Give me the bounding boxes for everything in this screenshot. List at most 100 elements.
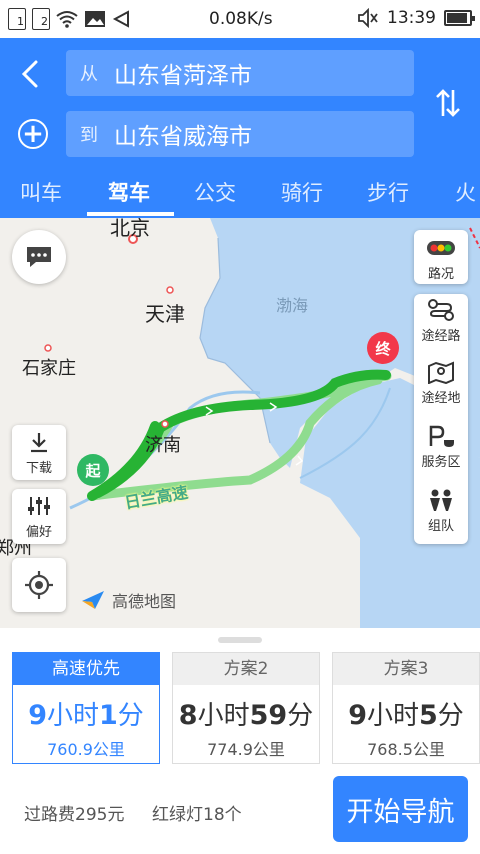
start-marker-label: 起 <box>85 461 101 480</box>
feedback-button[interactable] <box>12 230 66 284</box>
traffic-label: 路况 <box>427 267 454 282</box>
route-sheet: 高速优先 9小时1分 760.9公里 方案2 8小时59分 774.9公里 方案… <box>0 628 480 854</box>
city-beijing: 北京 <box>110 218 150 240</box>
route-hours-unit: 小时 <box>366 701 419 731</box>
status-bar: 1 2 0.08K/s 13:39 <box>0 0 480 38</box>
route-hours: 8 <box>178 700 198 731</box>
destination-value: 山东省威海市 <box>114 124 252 150</box>
route-hours-unit: 小时 <box>197 701 250 731</box>
sea-label: 渤海 <box>276 296 309 315</box>
waypoint-place-icon <box>426 360 456 384</box>
route-option-3[interactable]: 方案3 9小时5分 768.5公里 <box>332 652 480 764</box>
toll-info: 过路费295元 <box>24 805 125 825</box>
swap-button[interactable] <box>432 86 464 120</box>
destination-prefix: 到 <box>80 125 98 146</box>
traffic-button[interactable]: 路况 <box>414 230 468 284</box>
route-option-2[interactable]: 方案2 8小时59分 774.9公里 <box>172 652 320 764</box>
route-minutes-unit: 分 <box>437 701 464 731</box>
clock: 13:39 <box>387 8 436 28</box>
waypoint-road-button[interactable]: 途经路 <box>414 294 468 354</box>
route-distance: 768.5公里 <box>367 740 445 759</box>
back-notification-icon <box>112 10 129 28</box>
tab-walk[interactable]: 步行 <box>367 177 409 207</box>
route-name: 高速优先 <box>13 653 159 685</box>
swap-icon <box>436 89 460 117</box>
waypoint-road-icon <box>426 298 456 322</box>
mute-icon <box>358 8 378 28</box>
waypoint-road-label: 途经路 <box>421 329 461 344</box>
service-area-icon <box>426 424 456 448</box>
traffic-lights-info: 红绿灯18个 <box>152 805 242 825</box>
amap-logo-text: 高德地图 <box>112 592 177 611</box>
locate-button[interactable] <box>12 558 66 612</box>
tab-ride[interactable]: 骑行 <box>281 177 323 207</box>
route-hours: 9 <box>348 700 367 731</box>
route-minutes: 59 <box>249 700 288 731</box>
origin-prefix: 从 <box>80 64 98 85</box>
tab-train[interactable]: 火 <box>455 177 476 207</box>
wifi-icon <box>56 11 78 28</box>
active-tab-indicator <box>87 212 174 216</box>
back-arrow-icon <box>21 60 38 88</box>
route-hours: 9 <box>28 700 47 731</box>
service-area-button[interactable]: 服务区 <box>414 420 468 480</box>
preference-label: 偏好 <box>25 525 52 540</box>
route-duration: 9小时5分 <box>333 695 479 732</box>
add-waypoint-button[interactable]: + <box>18 119 48 149</box>
map-tools-panel: 途经路 途经地 服务区 组队 <box>414 294 468 544</box>
amap-logo: 高德地图 <box>80 588 176 612</box>
map-view[interactable]: 北京 天津 石家庄 济南 郑州 渤海 日兰高速 起 终 路况 途经路 途经地 服… <box>0 218 480 628</box>
team-icon <box>426 488 456 512</box>
traffic-light-icon <box>426 236 456 260</box>
end-marker-label: 终 <box>375 339 391 358</box>
route-duration: 9小时1分 <box>13 695 159 732</box>
origin-field[interactable]: 从 山东省菏泽市 <box>66 50 414 96</box>
sliders-icon <box>28 497 50 515</box>
add-icon: + <box>22 119 44 149</box>
start-marker[interactable]: 起 <box>77 454 109 486</box>
service-area-label: 服务区 <box>421 455 461 470</box>
sim2-label: 2 <box>41 15 48 28</box>
sim2-icon: 2 <box>32 8 50 30</box>
sim1-label: 1 <box>17 15 24 28</box>
sim1-icon: 1 <box>8 8 26 30</box>
city-shijiazhuang: 石家庄 <box>22 358 76 379</box>
download-label: 下载 <box>25 461 52 476</box>
origin-value: 山东省菏泽市 <box>114 63 252 89</box>
route-minutes: 5 <box>419 700 438 731</box>
amap-logo-icon <box>82 591 104 609</box>
route-hours-unit: 小时 <box>46 701 99 731</box>
route-minutes-unit: 分 <box>117 701 144 731</box>
waypoint-place-button[interactable]: 途经地 <box>414 356 468 416</box>
route-minutes: 1 <box>99 700 118 731</box>
team-button[interactable]: 组队 <box>414 484 468 544</box>
route-duration: 8小时59分 <box>173 695 319 732</box>
route-option-1[interactable]: 高速优先 9小时1分 760.9公里 <box>12 652 160 764</box>
route-name: 方案2 <box>173 653 319 685</box>
route-distance: 774.9公里 <box>207 740 285 759</box>
start-navigation-button[interactable]: 开始导航 <box>333 776 468 842</box>
route-minutes-unit: 分 <box>287 701 314 731</box>
city-tianjin: 天津 <box>145 302 185 326</box>
battery-icon <box>444 10 475 26</box>
image-notification-icon <box>85 11 105 27</box>
sheet-handle[interactable] <box>218 637 262 643</box>
tab-transit[interactable]: 公交 <box>194 177 236 207</box>
team-label: 组队 <box>427 519 454 534</box>
city-jinan: 济南 <box>145 435 181 456</box>
tab-drive[interactable]: 驾车 <box>108 177 150 207</box>
network-speed: 0.08K/s <box>209 9 273 29</box>
waypoint-place-label: 途经地 <box>421 391 461 406</box>
destination-field[interactable]: 到 山东省威海市 <box>66 111 414 157</box>
transport-tabs: 叫车 驾车 公交 骑行 步行 火 <box>0 169 480 218</box>
end-marker[interactable]: 终 <box>367 332 399 364</box>
preference-button[interactable]: 偏好 <box>12 489 66 544</box>
map-base <box>44 218 480 628</box>
download-icon <box>31 433 47 453</box>
chat-icon <box>27 247 51 267</box>
locate-icon <box>25 571 53 599</box>
tab-taxi[interactable]: 叫车 <box>20 177 62 207</box>
download-button[interactable]: 下载 <box>12 425 66 480</box>
route-header: 从 山东省菏泽市 + 到 山东省威海市 叫车 驾车 公交 骑行 步行 火 <box>0 38 480 218</box>
back-button[interactable] <box>14 58 46 90</box>
